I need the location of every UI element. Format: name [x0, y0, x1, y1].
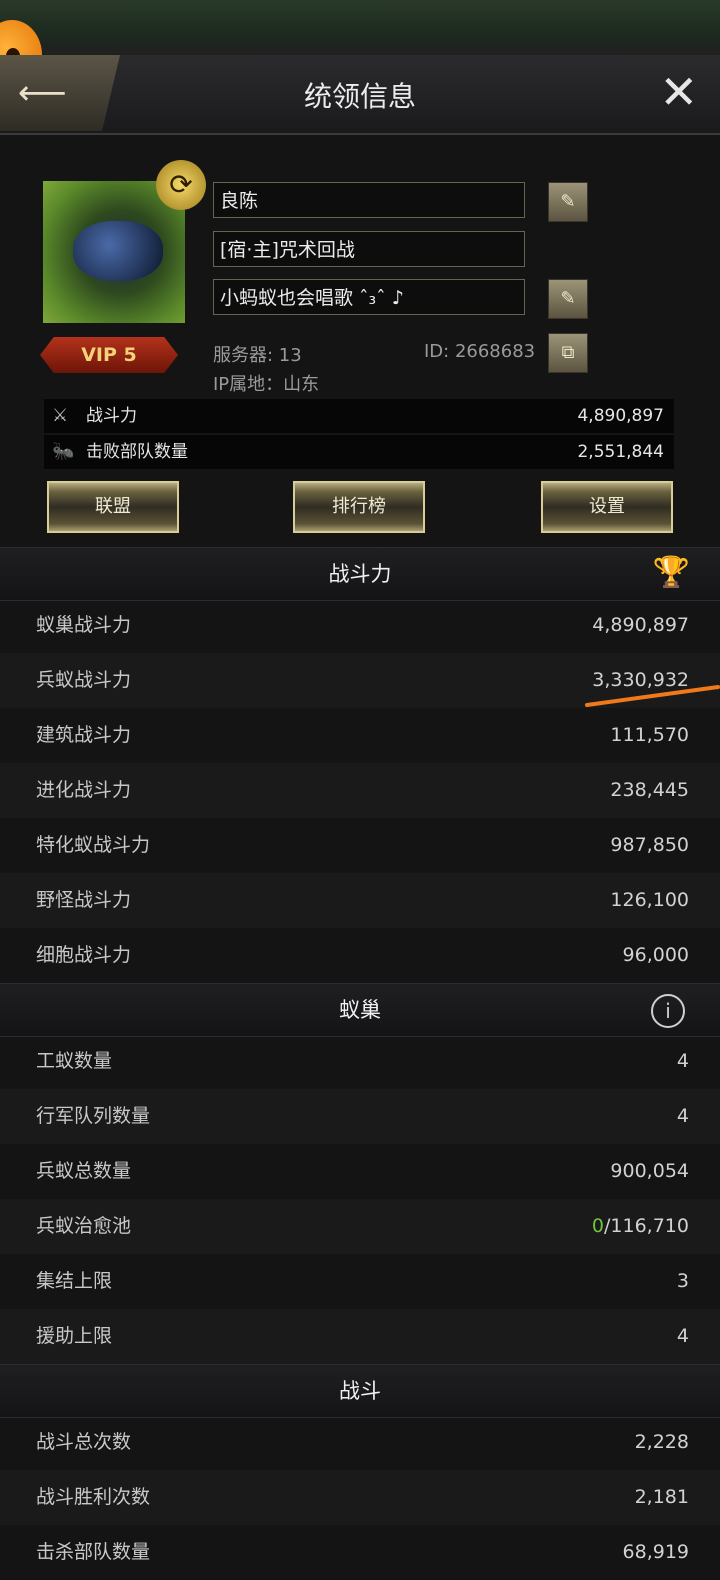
- list-item: 集结上限 3: [0, 1254, 720, 1309]
- row-value: 96,000: [622, 944, 689, 966]
- game-background: [0, 0, 720, 55]
- server-label: 服务器: 13: [213, 345, 302, 366]
- row-value: 4: [676, 1050, 689, 1072]
- row-value: 2,228: [634, 1431, 689, 1453]
- list-item: 野怪战斗力 126,100: [0, 873, 720, 928]
- row-label: 特化蚁战斗力: [36, 834, 151, 856]
- row-value: 111,570: [610, 724, 689, 746]
- row-label: 击杀部队数量: [36, 1541, 151, 1563]
- summary-value: 2,551,844: [577, 442, 664, 462]
- row-label: 野怪战斗力: [36, 889, 132, 911]
- summary-label: 战斗力: [86, 406, 137, 426]
- header-bar: ⟵ 统领信息 ✕: [0, 55, 720, 135]
- summary-label: 击败部队数量: [86, 442, 188, 462]
- edit-name-button[interactable]: ✎: [548, 182, 588, 222]
- pencil-icon: ✎: [560, 191, 576, 212]
- row-value: 3: [676, 1270, 689, 1292]
- list-item: 援助上限 4: [0, 1309, 720, 1364]
- defeated-summary-row: 🐜 击败部队数量 2,551,844: [44, 435, 674, 469]
- row-label: 兵蚁总数量: [36, 1160, 132, 1182]
- row-value: 987,850: [610, 834, 689, 856]
- row-value: 4: [676, 1105, 689, 1127]
- row-value: 900,054: [610, 1160, 689, 1182]
- copy-icon: ⧉: [561, 342, 575, 363]
- row-value: 4,890,897: [592, 614, 689, 636]
- info-icon[interactable]: i: [651, 994, 685, 1028]
- row-label: 兵蚁治愈池: [36, 1215, 132, 1237]
- crossed-swords-icon: ⚔: [52, 405, 69, 426]
- row-label: 蚁巢战斗力: [36, 614, 132, 636]
- row-label: 战斗总次数: [36, 1431, 132, 1453]
- list-item: 特化蚁战斗力 987,850: [0, 818, 720, 873]
- row-value: 68,919: [622, 1541, 689, 1563]
- swap-avatar-icon[interactable]: ⟳: [156, 160, 206, 210]
- close-icon[interactable]: ✕: [659, 69, 698, 115]
- row-label: 兵蚁战斗力: [36, 669, 132, 691]
- edit-signature-button[interactable]: ✎: [548, 279, 588, 319]
- section-header-battle: 战斗: [0, 1364, 720, 1418]
- list-item: 战斗总次数 2,228: [0, 1415, 720, 1470]
- row-label: 建筑战斗力: [36, 724, 132, 746]
- signature-field: 小蚂蚁也会唱歌 ˆ₃ˆ ♪: [213, 279, 525, 315]
- power-summary-row: ⚔ 战斗力 4,890,897: [44, 399, 674, 433]
- row-label: 援助上限: [36, 1325, 113, 1347]
- summary-value: 4,890,897: [577, 406, 664, 426]
- row-value: 4: [676, 1325, 689, 1347]
- vip-badge[interactable]: VIP 5: [40, 337, 178, 373]
- alliance-button[interactable]: 联盟: [47, 481, 179, 533]
- ip-location: IP属地：山东: [213, 374, 320, 395]
- page-title: 统领信息: [303, 80, 416, 113]
- list-item: 击杀部队数量 68,919: [0, 1505, 720, 1563]
- settings-button[interactable]: 设置: [541, 481, 673, 533]
- list-item: 建筑战斗力 111,570: [0, 708, 720, 763]
- list-item: 兵蚁总数量 900,054: [0, 1144, 720, 1199]
- pencil-icon: ✎: [560, 288, 576, 309]
- row-value: 238,445: [610, 779, 689, 801]
- alliance-title-field: [宿·主]咒术回战: [213, 231, 525, 267]
- list-item: 进化战斗力 238,445: [0, 763, 720, 818]
- ant-icon: 🐜: [52, 441, 75, 462]
- copy-id-button[interactable]: ⧉: [548, 333, 588, 373]
- section-title: 蚁巢: [339, 998, 381, 1022]
- row-label: 集结上限: [36, 1270, 113, 1292]
- ranking-button[interactable]: 排行榜: [293, 481, 425, 533]
- row-label: 工蚁数量: [36, 1050, 113, 1072]
- trophy-icon[interactable]: 🏆: [653, 556, 690, 590]
- list-item: 蚁巢战斗力 4,890,897: [0, 598, 720, 653]
- handwritten-underline-mark: [585, 685, 720, 707]
- row-value: 0/116,710: [592, 1199, 689, 1254]
- section-title: 战斗: [339, 1379, 381, 1403]
- section-title: 战斗力: [328, 562, 392, 586]
- section-header-nest: 蚁巢 i: [0, 983, 720, 1037]
- list-item: 兵蚁治愈池 0/116,710: [0, 1199, 720, 1254]
- heal-current-value: 0: [591, 1215, 605, 1237]
- section-header-power: 战斗力 🏆: [0, 547, 720, 601]
- player-id: ID: 2668683: [424, 341, 536, 362]
- player-name-field: 良陈: [213, 182, 525, 218]
- row-label: 行军队列数量: [36, 1105, 151, 1127]
- list-item: 工蚁数量 4: [0, 1034, 720, 1089]
- row-value: 126,100: [610, 889, 689, 911]
- list-item: 细胞战斗力 96,000: [0, 928, 720, 983]
- row-label: 进化战斗力: [36, 779, 132, 801]
- heal-capacity-value: /116,710: [604, 1215, 689, 1237]
- row-label: 细胞战斗力: [36, 944, 132, 966]
- list-item: 行军队列数量 4: [0, 1089, 720, 1144]
